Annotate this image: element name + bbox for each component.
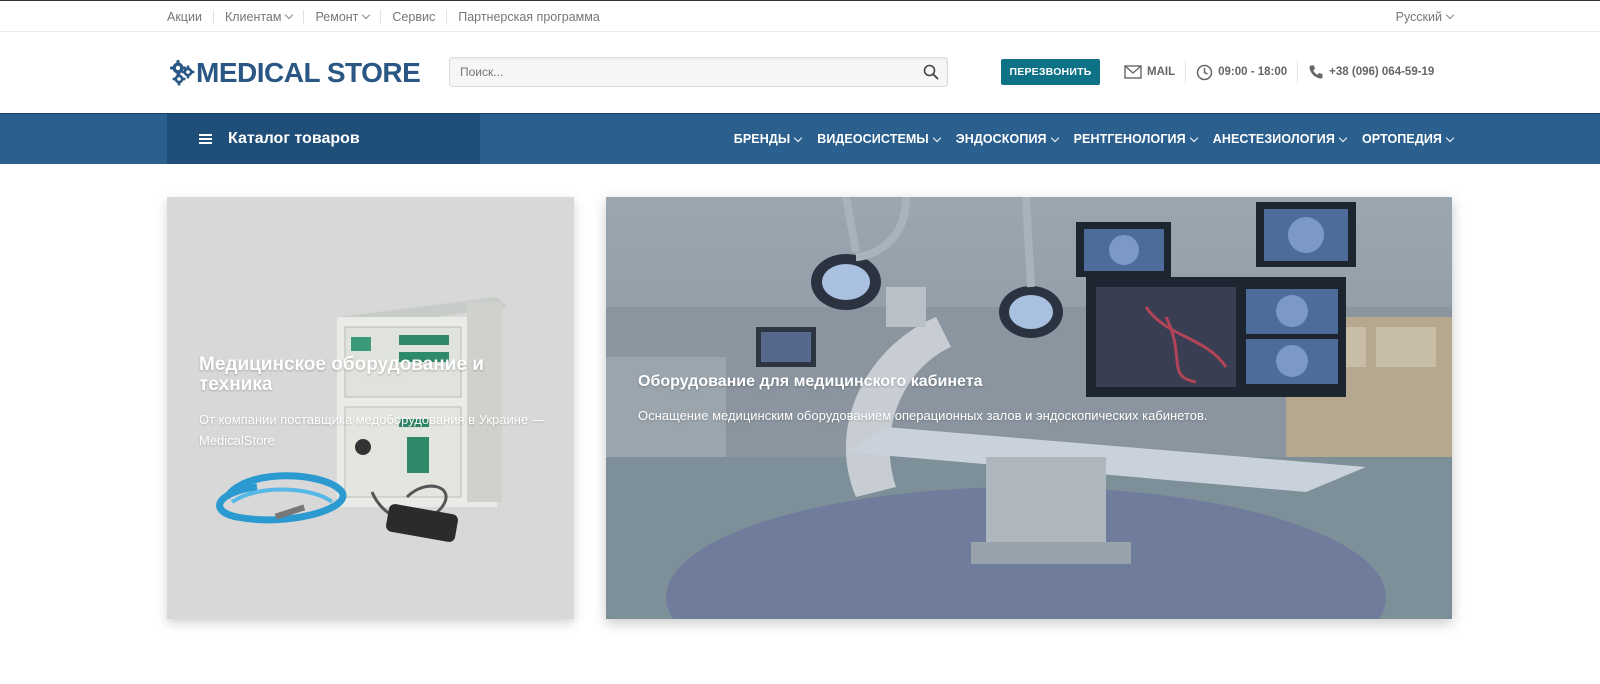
banner-title: Оборудование для медицинского кабинета xyxy=(638,373,983,390)
gears-icon xyxy=(170,60,195,86)
language-selector[interactable]: Русский xyxy=(1395,9,1455,24)
nav-item-video-systems[interactable]: ВИДЕОСИСТЕМЫ xyxy=(817,132,941,146)
nav-item-label: БРЕНДЫ xyxy=(733,132,791,146)
nav-item-label: АНЕСТЕЗИОЛОГИЯ xyxy=(1212,132,1335,146)
banner-medical-equipment[interactable]: Медицинское оборудование и техника От ко… xyxy=(167,197,574,619)
catalog-button[interactable]: Каталог товаров xyxy=(167,114,480,164)
chevron-down-icon xyxy=(362,10,371,20)
top-link-promotions[interactable]: Акции xyxy=(167,10,213,24)
top-bar: Акции Клиентам Ремонт Сервис Партнерская… xyxy=(0,0,1600,32)
top-link-repair[interactable]: Ремонт xyxy=(303,9,380,24)
chevron-down-icon xyxy=(1445,133,1455,142)
phone-icon xyxy=(1309,65,1323,79)
callback-button[interactable]: ПЕРЕЗВОНИТЬ xyxy=(1001,59,1100,85)
language-label: Русский xyxy=(1395,9,1442,24)
phone-label: +38 (096) 064-59-19 xyxy=(1329,66,1435,78)
banner-medical-cabinet[interactable]: Оборудование для медицинского кабинета О… xyxy=(606,197,1452,619)
header: MEDICAL STORE ПЕРЕЗВОНИТЬ MAIL 09:00 - 1… xyxy=(0,32,1600,113)
chevron-down-icon xyxy=(932,133,941,142)
nav-item-anesthesiology[interactable]: АНЕСТЕЗИОЛОГИЯ xyxy=(1212,132,1348,146)
top-link-clients[interactable]: Клиентам xyxy=(212,9,304,24)
top-link-service[interactable]: Сервис xyxy=(380,9,446,24)
chevron-down-icon xyxy=(1338,133,1348,142)
mail-link[interactable]: MAIL xyxy=(1124,61,1185,83)
working-hours: 09:00 - 18:00 xyxy=(1185,61,1297,83)
top-link-label: Клиентам xyxy=(224,9,282,24)
phone-link[interactable]: +38 (096) 064-59-19 xyxy=(1297,61,1444,83)
logo-text: MEDICAL STORE xyxy=(196,57,421,88)
top-link-label: Партнерская программа xyxy=(458,9,600,24)
contacts: MAIL 09:00 - 18:00 +38 (096) 064-59-19 xyxy=(1124,61,1444,83)
mail-label: MAIL xyxy=(1147,66,1176,78)
hours-label: 09:00 - 18:00 xyxy=(1218,66,1288,78)
nav-item-brands[interactable]: БРЕНДЫ xyxy=(733,132,803,146)
search-input[interactable] xyxy=(450,58,910,86)
top-link-partner-program[interactable]: Партнерская программа xyxy=(446,9,611,24)
chevron-down-icon xyxy=(1189,133,1198,142)
top-link-label: Сервис xyxy=(392,9,436,24)
nav-item-label: РЕНТГЕНОЛОГИЯ xyxy=(1073,132,1186,146)
top-link-label: Акции xyxy=(167,9,202,24)
search-box xyxy=(449,57,948,87)
catalog-label: Каталог товаров xyxy=(228,130,360,147)
clock-icon xyxy=(1196,64,1213,80)
nav-menu: БРЕНДЫ ВИДЕОСИСТЕМЫ ЭНДОСКОПИЯ РЕНТГЕНОЛ… xyxy=(718,114,1455,164)
nav-item-label: ОРТОПЕДИЯ xyxy=(1361,132,1442,146)
nav-item-label: ВИДЕОСИСТЕМЫ xyxy=(817,132,929,146)
chevron-down-icon xyxy=(1445,10,1455,20)
logo[interactable]: MEDICAL STORE xyxy=(168,55,421,91)
chevron-down-icon xyxy=(793,133,803,142)
chevron-down-icon xyxy=(285,10,294,20)
nav-item-radiology[interactable]: РЕНТГЕНОЛОГИЯ xyxy=(1073,132,1198,146)
chevron-down-icon xyxy=(1050,133,1059,142)
banner-title: Медицинское оборудование и техника xyxy=(199,354,484,395)
nav-item-orthopedics[interactable]: ОРТОПЕДИЯ xyxy=(1361,132,1455,146)
menu-icon xyxy=(199,134,212,144)
equipment-image xyxy=(167,197,574,619)
main-nav: Каталог товаров БРЕНДЫ ВИДЕОСИСТЕМЫ ЭНДО… xyxy=(0,113,1600,164)
banner-subtitle: Оснащение медицинским оборудованием опер… xyxy=(638,408,1208,423)
banner-subtitle: От компании поставщика медоборудования в… xyxy=(199,412,545,448)
nav-item-endoscopy[interactable]: ЭНДОСКОПИЯ xyxy=(955,132,1059,146)
top-link-label: Ремонт xyxy=(315,9,359,24)
mail-icon xyxy=(1124,65,1142,79)
search-icon[interactable] xyxy=(923,64,939,80)
nav-item-label: ЭНДОСКОПИЯ xyxy=(955,132,1047,146)
top-links: Акции Клиентам Ремонт Сервис Партнерская… xyxy=(167,9,611,24)
